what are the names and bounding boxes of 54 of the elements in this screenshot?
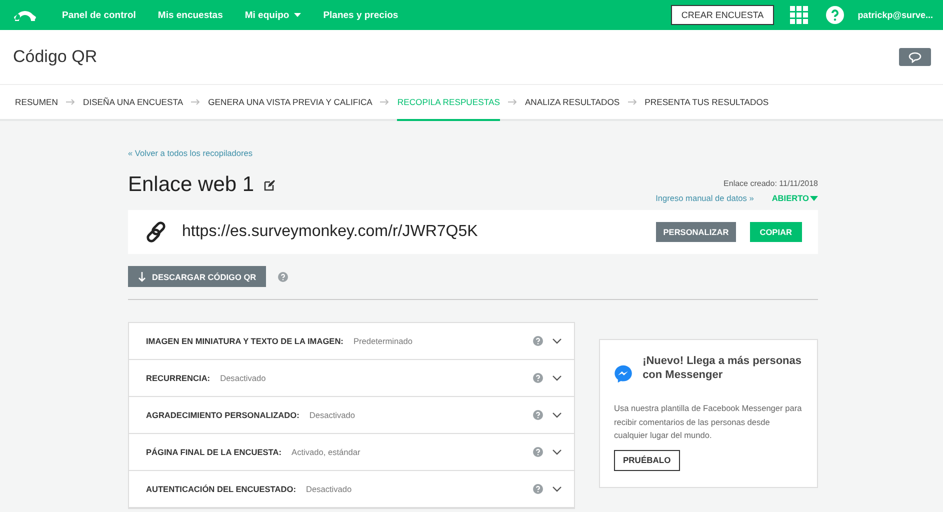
apps-grid-icon[interactable] bbox=[790, 6, 808, 24]
speech-bubble-icon bbox=[908, 52, 922, 62]
arrow-icon bbox=[628, 99, 637, 105]
edit-icon[interactable] bbox=[264, 180, 276, 190]
help-icon[interactable] bbox=[278, 272, 288, 282]
promo-title: ¡Nuevo! Llega a más personas con Messenger bbox=[642, 354, 803, 382]
chevron-down-icon[interactable] bbox=[552, 338, 562, 344]
arrow-icon bbox=[191, 99, 200, 105]
create-survey-button[interactable]: CREAR ENCUESTA bbox=[671, 5, 774, 25]
setting-label: IMAGEN EN MINIATURA Y TEXTO DE LA IMAGEN: bbox=[146, 336, 344, 346]
chevron-down-icon[interactable] bbox=[552, 449, 562, 455]
page-title: Código QR bbox=[13, 47, 98, 67]
help-icon[interactable] bbox=[533, 336, 543, 346]
setting-label: AUTENTICACIÓN DEL ENCUESTADO: bbox=[146, 484, 296, 494]
chevron-down-icon[interactable] bbox=[552, 412, 562, 418]
setting-value: Desactivado bbox=[309, 410, 356, 420]
promo-text: Usa nuestra plantilla de Facebook Messenger para recibir comentarios de las personas desde cualquier lugar del mundo. bbox=[614, 402, 803, 442]
setting-value: Desactivado bbox=[220, 373, 266, 383]
settings-row[interactable]: PÁGINA FINAL DE LA ENCUESTA: Activado, estándar bbox=[129, 434, 574, 471]
collector-name: Enlace web 1 bbox=[128, 173, 254, 197]
help-icon[interactable] bbox=[533, 447, 543, 457]
settings-row[interactable]: RECURRENCIA: Desactivado bbox=[129, 360, 574, 397]
help-icon[interactable] bbox=[826, 6, 844, 24]
setting-value: Activado, estándar bbox=[292, 447, 360, 457]
settings-row[interactable]: AUTENTICACIÓN DEL ENCUESTADO: Desactivado bbox=[129, 471, 574, 508]
chevron-down-icon[interactable] bbox=[552, 486, 562, 492]
setting-value: Desactivado bbox=[306, 484, 352, 494]
step-tab[interactable]: PRESENTA TUS RESULTADOS bbox=[644, 85, 769, 121]
download-qr-button[interactable]: DESCARGAR CÓDIGO QR bbox=[128, 266, 266, 287]
setting-label: AGRADECIMIENTO PERSONALIZADO: bbox=[146, 410, 300, 420]
help-icon[interactable] bbox=[533, 410, 543, 420]
step-tab[interactable]: ANALIZA RESULTADOS bbox=[524, 85, 620, 121]
feedback-button[interactable] bbox=[899, 48, 931, 66]
try-button[interactable]: PRUÉBALO bbox=[614, 450, 680, 470]
customize-button[interactable]: PERSONALIZAR bbox=[656, 222, 736, 242]
settings-row[interactable]: AGRADECIMIENTO PERSONALIZADO: Desactivado bbox=[129, 397, 574, 434]
step-tab[interactable]: RESUMEN bbox=[15, 85, 58, 121]
step-tab[interactable]: GENERA UNA VISTA PREVIA Y CALIFICA bbox=[208, 85, 372, 121]
settings-row[interactable]: IMAGEN EN MINIATURA Y TEXTO DE LA IMAGEN: Predeterminado bbox=[129, 323, 574, 360]
step-tab[interactable]: DISEÑA UNA ENCUESTA bbox=[82, 85, 184, 121]
caret-icon bbox=[810, 196, 818, 200]
setting-value: Predeterminado bbox=[353, 336, 412, 346]
arrow-icon bbox=[380, 99, 390, 105]
link-icon bbox=[144, 220, 168, 244]
help-icon[interactable] bbox=[533, 484, 543, 494]
download-icon bbox=[138, 272, 146, 282]
chevron-down-icon[interactable] bbox=[552, 375, 562, 381]
survey-url: https://es.surveymonkey.com/r/JWR7Q5K bbox=[182, 223, 478, 241]
created-date: Enlace creado: 11/11/2018 bbox=[724, 179, 818, 188]
setting-label: PÁGINA FINAL DE LA ENCUESTA: bbox=[146, 447, 282, 457]
arrow-icon bbox=[66, 99, 75, 105]
help-icon[interactable] bbox=[533, 373, 543, 383]
arrow-icon bbox=[508, 99, 517, 105]
setting-label: RECURRENCIA: bbox=[146, 373, 210, 383]
